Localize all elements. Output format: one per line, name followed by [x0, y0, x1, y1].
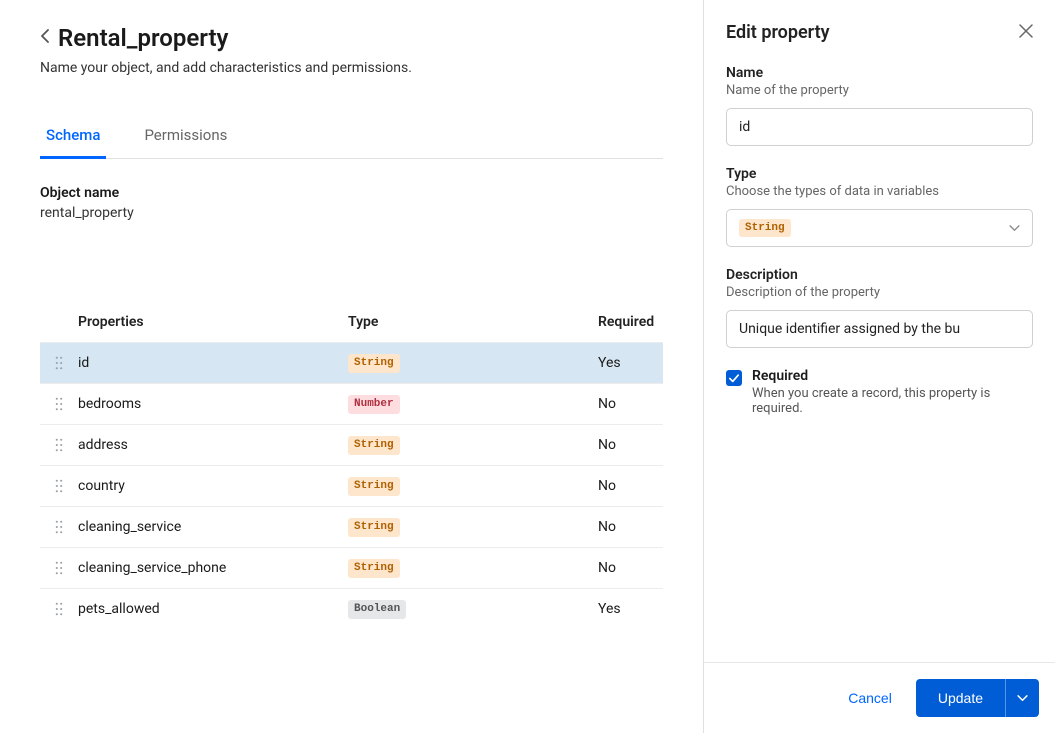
required-label: Required	[752, 368, 1033, 384]
table-header: Properties Type Required	[40, 301, 663, 342]
tab-schema[interactable]: Schema	[40, 116, 106, 159]
drag-handle-icon[interactable]	[40, 397, 78, 411]
drag-handle-icon[interactable]	[40, 438, 78, 452]
name-input[interactable]	[726, 108, 1033, 146]
desc-input[interactable]	[726, 310, 1033, 348]
property-type: String	[348, 353, 598, 372]
type-badge: String	[348, 559, 400, 577]
type-badge: Number	[348, 395, 400, 413]
drag-handle-icon[interactable]	[40, 602, 78, 616]
property-required: No	[598, 478, 663, 494]
table-row[interactable]: idString Yes	[40, 342, 663, 383]
table-row[interactable]: cleaning_serviceString No	[40, 506, 663, 547]
drag-handle-icon[interactable]	[40, 561, 78, 575]
edit-property-panel: Edit property Name Name of the property …	[703, 0, 1055, 733]
page-subtitle: Name your object, and add characteristic…	[40, 60, 663, 76]
type-badge: String	[348, 477, 400, 495]
property-type: Number	[348, 394, 598, 413]
property-type: String	[348, 435, 598, 454]
drag-handle-icon[interactable]	[40, 356, 78, 370]
required-help: When you create a record, this property …	[752, 386, 1033, 416]
type-selected-badge: String	[739, 219, 791, 237]
table-row[interactable]: pets_allowedBoolean Yes	[40, 588, 663, 629]
back-button[interactable]	[40, 29, 50, 47]
property-name: cleaning_service_phone	[78, 560, 348, 576]
type-badge: Boolean	[348, 600, 406, 618]
desc-label: Description	[726, 267, 1033, 283]
property-name: id	[78, 355, 348, 371]
close-icon[interactable]	[1019, 23, 1033, 42]
type-help: Choose the types of data in variables	[726, 184, 1033, 199]
property-required: Yes	[598, 355, 663, 371]
panel-footer: Cancel Update	[704, 662, 1055, 733]
table-row[interactable]: cleaning_service_phoneString No	[40, 547, 663, 588]
update-more-button[interactable]	[1005, 679, 1039, 717]
properties-table: Properties Type Required idStringYesbedr…	[40, 301, 663, 629]
panel-title: Edit property	[726, 22, 830, 43]
property-name: country	[78, 478, 348, 494]
table-row[interactable]: addressString No	[40, 424, 663, 465]
property-name: bedrooms	[78, 396, 348, 412]
main-content: Rental_property Name your object, and ad…	[0, 0, 703, 733]
property-name: address	[78, 437, 348, 453]
page-title: Rental_property	[58, 24, 228, 52]
property-name: pets_allowed	[78, 601, 348, 617]
update-button[interactable]: Update	[916, 679, 1005, 717]
type-badge: String	[348, 436, 400, 454]
object-name-label: Object name	[40, 185, 663, 201]
col-properties: Properties	[78, 314, 348, 330]
property-type: Boolean	[348, 599, 598, 618]
col-required: Required	[598, 314, 663, 330]
type-select[interactable]: String	[726, 209, 1033, 247]
type-label: Type	[726, 166, 1033, 182]
name-label: Name	[726, 65, 1033, 81]
property-type: String	[348, 476, 598, 495]
property-required: No	[598, 519, 663, 535]
property-type: String	[348, 517, 598, 536]
drag-handle-icon[interactable]	[40, 479, 78, 493]
property-required: No	[598, 437, 663, 453]
type-badge: String	[348, 518, 400, 536]
property-required: No	[598, 396, 663, 412]
desc-help: Description of the property	[726, 285, 1033, 300]
property-name: cleaning_service	[78, 519, 348, 535]
table-row[interactable]: countryString No	[40, 465, 663, 506]
required-checkbox[interactable]	[726, 370, 742, 386]
chevron-down-icon	[1009, 221, 1020, 235]
tab-permissions[interactable]: Permissions	[138, 116, 233, 159]
drag-handle-icon[interactable]	[40, 520, 78, 534]
type-badge: String	[348, 354, 400, 372]
cancel-button[interactable]: Cancel	[838, 682, 902, 714]
property-required: Yes	[598, 601, 663, 617]
property-type: String	[348, 558, 598, 577]
tabs: Schema Permissions	[40, 116, 663, 159]
name-help: Name of the property	[726, 83, 1033, 98]
property-required: No	[598, 560, 663, 576]
col-type: Type	[348, 314, 598, 330]
table-row[interactable]: bedroomsNumber No	[40, 383, 663, 424]
object-name-value: rental_property	[40, 205, 663, 221]
